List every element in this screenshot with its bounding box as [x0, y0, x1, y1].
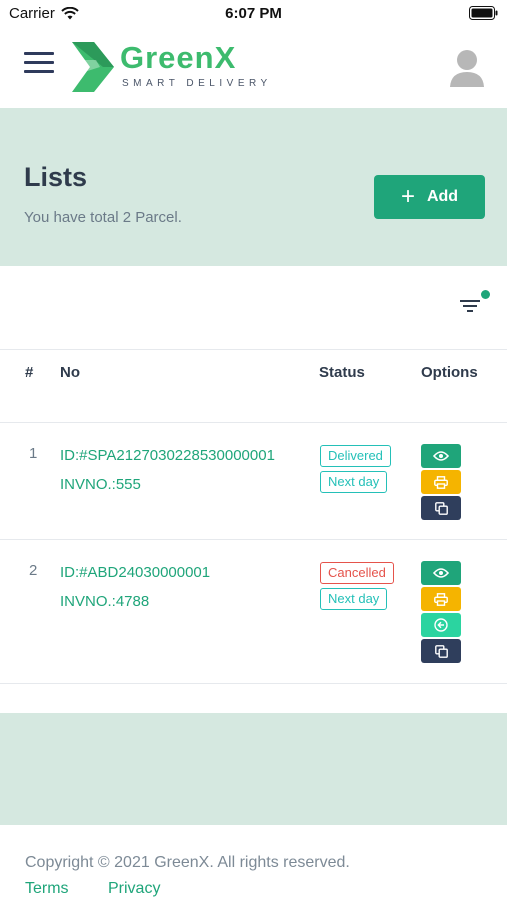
copy-icon: [434, 501, 448, 515]
copy-icon: [434, 644, 448, 658]
eye-icon: [433, 451, 449, 461]
printer-icon: [434, 592, 448, 606]
column-header-status: Status: [319, 364, 365, 381]
arrow-left-circle-icon: [434, 618, 448, 632]
row-index: 1: [29, 445, 38, 462]
column-header-index: #: [25, 364, 34, 381]
invoice-number: INVNO.:4788: [60, 593, 150, 610]
add-button-label: Add: [426, 188, 459, 205]
filter-button[interactable]: [458, 290, 490, 318]
delivery-type-badge: Next day: [320, 588, 388, 610]
page-title: Lists: [24, 162, 88, 192]
menu-button[interactable]: [24, 52, 54, 78]
hamburger-icon: [24, 52, 54, 55]
column-header-no: No: [60, 364, 80, 381]
user-avatar-icon[interactable]: [449, 48, 485, 88]
table-row: 2 ID:#ABD24030000001 INVNO.:4788 Cancell…: [0, 540, 507, 684]
status-time: 6:07 PM: [225, 5, 282, 22]
copy-button[interactable]: [421, 496, 461, 520]
page-hero: Lists You have total 2 Parcel. + Add: [0, 108, 507, 266]
status-badge: Cancelled: [320, 562, 394, 584]
brand-name: GreenX: [120, 40, 237, 75]
parcel-count-text: You have total 2 Parcel.: [24, 209, 182, 226]
return-button[interactable]: [421, 613, 461, 637]
row-index: 2: [29, 562, 38, 579]
column-header-options: Options: [421, 364, 478, 381]
footer-band: [0, 713, 507, 825]
terms-link[interactable]: Terms: [25, 880, 69, 898]
brand-tagline: SMART DELIVERY: [122, 78, 272, 89]
plus-icon: +: [400, 183, 415, 210]
battery-icon: [469, 6, 498, 20]
parcel-id-link[interactable]: ID:#SPA2127030228530000001: [60, 447, 275, 464]
parcel-id-link[interactable]: ID:#ABD24030000001: [60, 564, 210, 581]
status-badge: Delivered: [320, 445, 391, 467]
logo-chevron-icon: [72, 42, 114, 92]
filter-active-dot: [481, 290, 490, 299]
app-header: GreenX SMART DELIVERY: [0, 28, 507, 108]
status-bar: Carrier 6:07 PM: [0, 0, 507, 28]
print-button[interactable]: [421, 470, 461, 494]
brand-logo[interactable]: GreenX SMART DELIVERY: [70, 40, 290, 94]
eye-icon: [433, 568, 449, 578]
table-header: # No Status Options: [0, 349, 507, 423]
copy-button[interactable]: [421, 639, 461, 663]
table-row: 1 ID:#SPA2127030228530000001 INVNO.:555 …: [0, 423, 507, 540]
printer-icon: [434, 475, 448, 489]
print-button[interactable]: [421, 587, 461, 611]
copyright-text: Copyright © 2021 GreenX. All rights rese…: [25, 854, 350, 871]
delivery-type-badge: Next day: [320, 471, 388, 493]
add-button[interactable]: + Add: [374, 175, 485, 219]
view-button[interactable]: [421, 444, 461, 468]
view-button[interactable]: [421, 561, 461, 585]
invoice-number: INVNO.:555: [60, 476, 141, 493]
privacy-link[interactable]: Privacy: [108, 880, 160, 898]
